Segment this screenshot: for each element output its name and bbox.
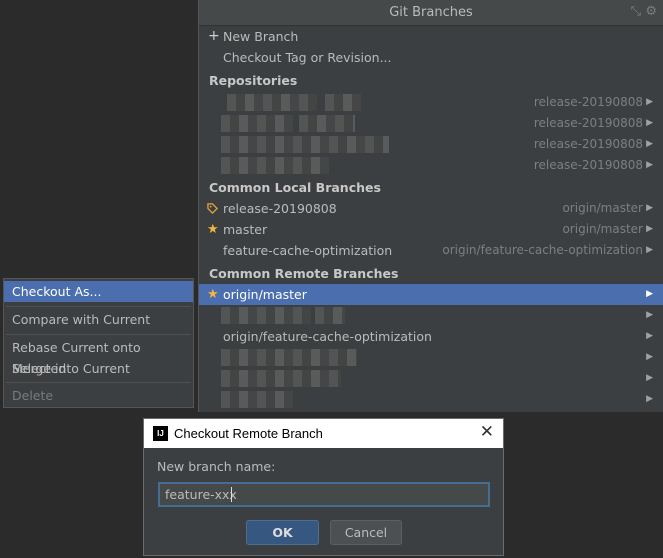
menu-item-rebase-onto-selected[interactable]: Rebase Current onto Selected — [4, 337, 193, 376]
redacted-repo-name — [299, 115, 355, 132]
submenu-arrow-icon: ▶ — [646, 160, 653, 170]
collapse-icon[interactable]: ⤡ — [631, 4, 641, 20]
remote-branch-item[interactable]: ▶ — [199, 389, 663, 410]
local-branch-item[interactable]: feature-cache-optimization origin/featur… — [199, 240, 663, 261]
local-branch-item[interactable]: ★ master origin/master ▶ — [199, 219, 663, 240]
submenu-arrow-icon: ▶ — [646, 97, 653, 107]
local-branch-name: feature-cache-optimization — [223, 243, 393, 258]
cancel-button[interactable]: Cancel — [330, 520, 402, 545]
redacted-branch-name — [221, 307, 311, 324]
repository-tracking: release-20190808 — [533, 116, 643, 130]
redacted-branch-name — [221, 370, 341, 387]
submenu-arrow-icon: ▶ — [646, 289, 653, 299]
local-branch-tracking: origin/feature-cache-optimization — [442, 243, 643, 257]
repository-item[interactable]: release-20190808 ▶ — [199, 92, 663, 113]
redacted-repo-name — [325, 94, 361, 111]
submenu-arrow-icon: ▶ — [646, 310, 653, 320]
section-repositories: Repositories — [209, 73, 298, 88]
submenu-arrow-icon: ▶ — [646, 394, 653, 404]
repository-tracking: release-20190808 — [533, 158, 643, 172]
section-common-local-branches: Common Local Branches — [209, 180, 381, 195]
close-icon[interactable]: ✕ — [480, 422, 494, 442]
dialog-title: Checkout Remote Branch — [174, 426, 323, 441]
ok-button[interactable]: OK — [246, 520, 319, 545]
submenu-arrow-icon: ▶ — [646, 203, 653, 213]
repository-item[interactable]: release-20190808 ▶ — [199, 155, 663, 176]
redacted-repo-name — [221, 115, 293, 132]
redacted-repo-name — [227, 94, 317, 111]
text-caret — [231, 487, 232, 502]
menu-item-merge-into-current[interactable]: Merge into Current — [4, 358, 193, 379]
repository-tracking: release-20190808 — [533, 137, 643, 151]
branch-name-input[interactable] — [158, 482, 490, 507]
remote-branch-name: origin/master — [223, 287, 307, 302]
checkout-tag-action[interactable]: Checkout Tag or Revision... — [199, 47, 663, 68]
popup-header: Git Branches ⤡ ⚙ — [199, 0, 663, 26]
dialog-titlebar: IJ Checkout Remote Branch ✕ — [144, 419, 503, 448]
redacted-branch-name — [315, 307, 345, 324]
popup-title: Git Branches — [389, 5, 473, 20]
submenu-arrow-icon: ▶ — [646, 118, 653, 128]
gear-icon[interactable]: ⚙ — [645, 4, 657, 20]
menu-separator — [6, 334, 191, 335]
branch-context-menu: Checkout As... Compare with Current Reba… — [3, 278, 194, 408]
submenu-arrow-icon: ▶ — [646, 352, 653, 362]
local-branch-name: master — [223, 222, 268, 237]
menu-item-delete[interactable]: Delete — [4, 385, 193, 406]
remote-branch-item[interactable]: ▶ — [199, 347, 663, 368]
repository-item[interactable]: release-20190808 ▶ — [199, 113, 663, 134]
menu-separator — [6, 306, 191, 307]
remote-branch-name: origin/feature-cache-optimization — [223, 329, 432, 344]
submenu-arrow-icon: ▶ — [646, 373, 653, 383]
local-branch-name: release-20190808 — [223, 201, 337, 216]
new-branch-action[interactable]: + New Branch — [199, 26, 663, 47]
menu-separator — [6, 382, 191, 383]
submenu-arrow-icon: ▶ — [646, 224, 653, 234]
section-common-remote-branches: Common Remote Branches — [209, 266, 399, 281]
tag-icon — [207, 203, 218, 214]
submenu-arrow-icon: ▶ — [646, 139, 653, 149]
menu-item-compare-with-current[interactable]: Compare with Current — [4, 309, 193, 330]
new-branch-label: New Branch — [223, 29, 299, 44]
star-icon: ★ — [207, 222, 219, 237]
redacted-repo-name — [221, 136, 389, 153]
redacted-branch-name — [221, 391, 293, 408]
repository-item[interactable]: release-20190808 ▶ — [199, 134, 663, 155]
local-branch-tracking: origin/master — [562, 201, 643, 215]
local-branch-tracking: origin/master — [562, 222, 643, 236]
local-branch-item[interactable]: release-20190808 origin/master ▶ — [199, 198, 663, 219]
redacted-branch-name — [221, 349, 357, 366]
remote-branch-item[interactable]: ▶ — [199, 305, 663, 326]
remote-branch-item-selected[interactable]: ★ origin/master ▶ — [199, 284, 663, 305]
repository-tracking: release-20190808 — [533, 95, 643, 109]
checkout-tag-label: Checkout Tag or Revision... — [223, 50, 392, 65]
menu-item-checkout-as[interactable]: Checkout As... — [4, 281, 193, 302]
remote-branch-item[interactable]: ▶ — [199, 368, 663, 389]
plus-icon: + — [208, 28, 220, 44]
submenu-arrow-icon: ▶ — [646, 331, 653, 341]
star-icon: ★ — [207, 287, 219, 302]
branch-name-label: New branch name: — [157, 459, 276, 474]
redacted-repo-name — [221, 157, 329, 174]
submenu-arrow-icon: ▶ — [646, 245, 653, 255]
intellij-app-icon: IJ — [153, 426, 168, 441]
git-branches-popup: Git Branches ⤡ ⚙ + New Branch Checkout T… — [198, 0, 663, 412]
remote-branch-item[interactable]: origin/feature-cache-optimization ▶ — [199, 326, 663, 347]
checkout-remote-branch-dialog: IJ Checkout Remote Branch ✕ New branch n… — [143, 418, 504, 556]
